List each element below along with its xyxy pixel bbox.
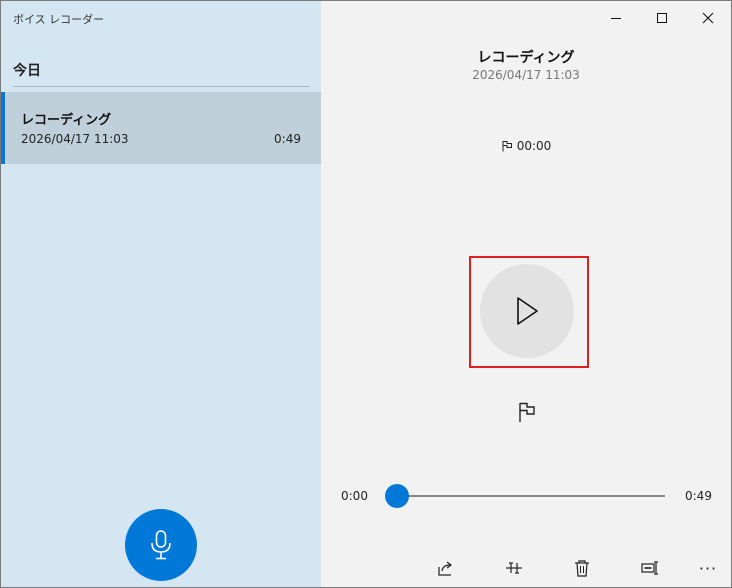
share-icon	[438, 561, 452, 576]
close-icon	[702, 12, 714, 24]
marker-time-value: 00:00	[516, 139, 552, 153]
minimize-button[interactable]	[593, 1, 639, 35]
total-time: 0:49	[685, 489, 712, 503]
app-title: ボイス レコーダー	[13, 13, 105, 26]
voice-recorder-window: ボイス レコーダー 今日 レコーディング 2026/04/17 11:03 0:…	[0, 0, 732, 588]
marker-time: 00:00	[321, 139, 731, 153]
recordings-pane: ボイス レコーダー 今日 レコーディング 2026/04/17 11:03 0:…	[1, 1, 321, 587]
share-button[interactable]	[433, 555, 459, 581]
player-datetime: 2026/04/17 11:03	[472, 68, 580, 82]
section-divider	[13, 86, 309, 87]
close-button[interactable]	[685, 1, 731, 35]
recording-duration: 0:49	[274, 132, 301, 146]
selection-indicator	[1, 92, 5, 164]
section-header-today: 今日	[13, 63, 41, 79]
flag-icon	[519, 402, 535, 422]
play-icon	[517, 297, 538, 325]
maximize-icon	[657, 13, 667, 23]
maximize-button[interactable]	[639, 1, 685, 35]
add-marker-button[interactable]	[514, 399, 540, 425]
rename-icon	[641, 561, 658, 575]
recording-date: 2026/04/17 11:03	[21, 132, 129, 146]
trim-button[interactable]	[501, 555, 527, 581]
seek-bar[interactable]	[385, 484, 665, 508]
delete-button[interactable]	[569, 555, 595, 581]
play-button[interactable]	[480, 264, 574, 358]
player-title: レコーディング	[477, 50, 575, 66]
minimize-icon	[611, 18, 621, 19]
current-time: 0:00	[341, 489, 368, 503]
rename-button[interactable]	[637, 555, 663, 581]
recording-list-item[interactable]: レコーディング 2026/04/17 11:03 0:49	[1, 92, 321, 164]
recording-name: レコーディング	[21, 113, 112, 128]
flag-icon	[502, 141, 512, 152]
record-button[interactable]	[125, 509, 197, 581]
seek-thumb[interactable]	[385, 484, 409, 508]
trim-icon	[506, 562, 522, 574]
more-icon[interactable]: ···	[695, 555, 721, 581]
player-pane: レコーディング 2026/04/17 11:03 00:00 0:00 0:49…	[321, 1, 731, 587]
microphone-icon	[151, 530, 171, 560]
delete-icon	[575, 560, 589, 577]
